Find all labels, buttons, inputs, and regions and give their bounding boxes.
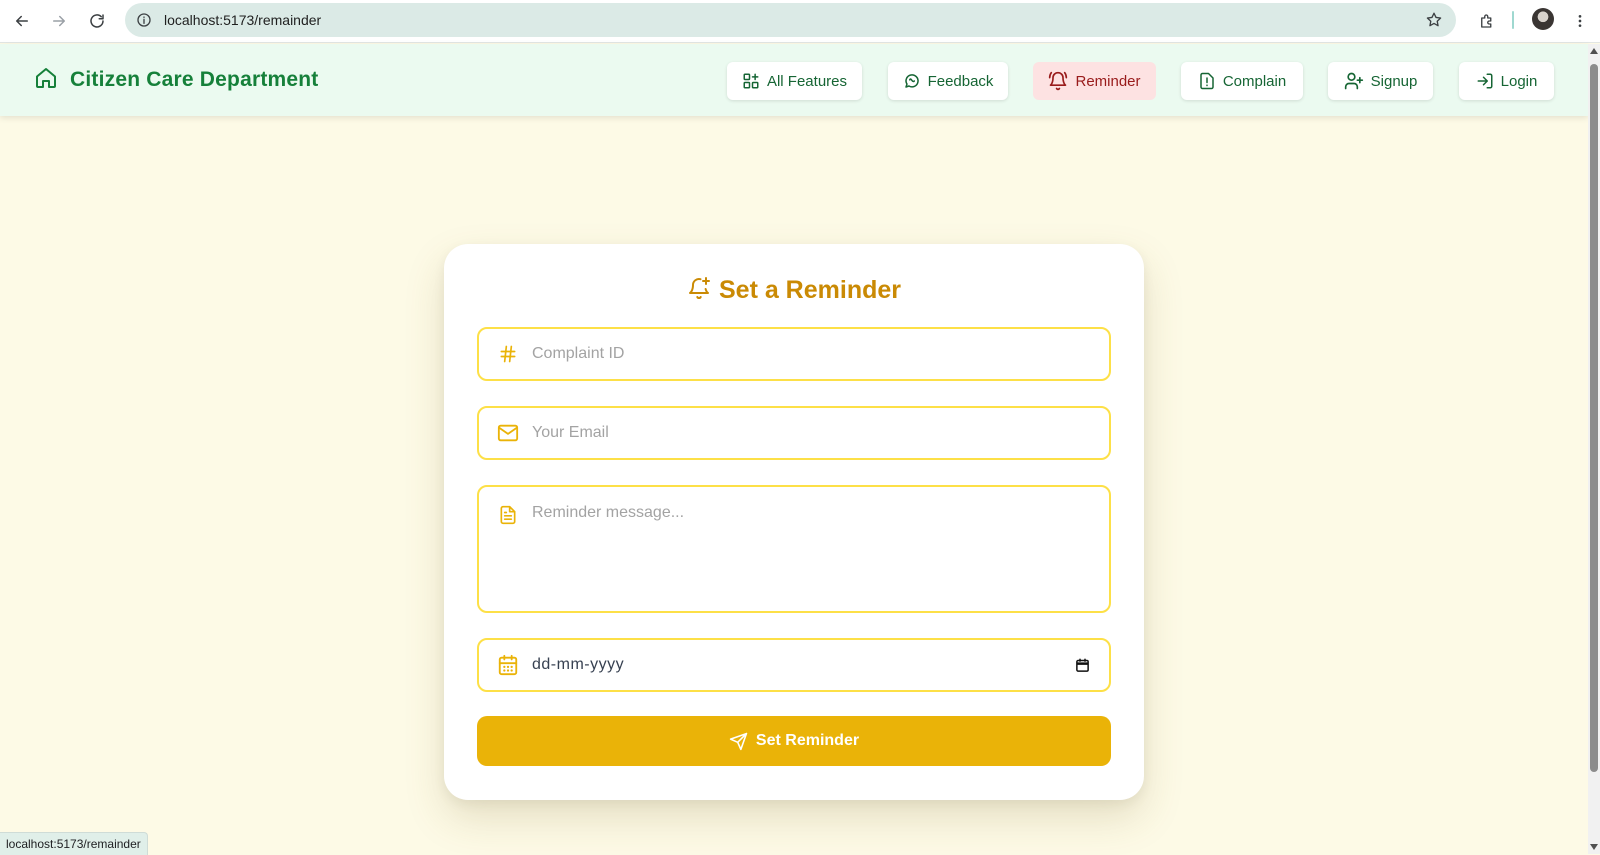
nav-feedback[interactable]: Feedback [888, 62, 1008, 100]
browser-menu-icon[interactable] [1568, 9, 1592, 33]
set-reminder-label: Set Reminder [755, 732, 860, 749]
nav-label: Reminder [1075, 72, 1141, 90]
brand[interactable]: Citizen Care Department [34, 44, 319, 116]
reminder-card: Set a Reminder Complaint ID Your Email R… [444, 244, 1144, 800]
date-field[interactable]: dd-mm-yyyy [477, 638, 1111, 692]
nav-all-features[interactable]: All Features [727, 62, 862, 100]
nav-reminder[interactable]: Reminder [1033, 62, 1156, 100]
complaint-id-field[interactable]: Complaint ID [477, 327, 1111, 381]
email-field[interactable]: Your Email [477, 406, 1111, 460]
bell-ring-icon [1049, 71, 1068, 91]
hash-icon [497, 343, 519, 365]
log-in-icon [1477, 73, 1493, 89]
address-url[interactable]: localhost:5173/remainder [164, 3, 321, 37]
form-title: Set a Reminder [718, 275, 901, 304]
toolbar-divider [1512, 11, 1514, 29]
card-title: Set a Reminder [444, 274, 1144, 306]
profile-avatar[interactable] [1532, 8, 1554, 30]
mail-icon [497, 422, 519, 444]
grid-plus-icon [743, 73, 759, 89]
extensions-puzzle-icon[interactable] [1475, 9, 1499, 33]
link-status-bubble: localhost:5173/remainder [0, 832, 148, 855]
nav-label: All Features [766, 72, 848, 90]
date-picker-calendar-icon[interactable] [1073, 656, 1091, 674]
scroll-down-arrow-icon[interactable] [1590, 844, 1598, 850]
app-header: Citizen Care Department All Features Fee… [0, 44, 1588, 116]
message-placeholder: Reminder message... [532, 504, 685, 521]
nav-signup[interactable]: Signup [1328, 62, 1433, 100]
calendar-icon [497, 654, 519, 676]
site-info-icon[interactable] [134, 10, 154, 30]
nav-label: Feedback [927, 72, 994, 90]
nav-complain[interactable]: Complain [1181, 62, 1303, 100]
bell-plus-icon [687, 276, 711, 305]
forward-button[interactable] [47, 9, 71, 33]
nav-login[interactable]: Login [1459, 62, 1554, 100]
reload-button[interactable] [85, 9, 109, 33]
scroll-up-arrow-icon[interactable] [1590, 48, 1598, 54]
home-icon [34, 66, 58, 95]
bookmark-star-icon[interactable] [1424, 10, 1444, 30]
complaint-id-placeholder: Complaint ID [532, 345, 625, 362]
nav-label: Complain [1222, 72, 1287, 90]
browser-toolbar: localhost:5173/remainder [0, 0, 1600, 43]
send-icon [729, 732, 748, 750]
nav-label: Signup [1370, 72, 1418, 90]
message-circle-icon [904, 74, 919, 88]
nav-label: Login [1500, 72, 1538, 90]
scrollbar-thumb[interactable] [1590, 64, 1598, 772]
set-reminder-button[interactable]: Set Reminder [477, 716, 1111, 766]
file-text-icon [497, 504, 519, 526]
message-field[interactable]: Reminder message... [477, 485, 1111, 613]
email-placeholder: Your Email [532, 424, 609, 441]
user-plus-icon [1344, 72, 1363, 90]
date-value: dd-mm-yyyy [532, 656, 625, 673]
page-scrollbar[interactable] [1588, 44, 1600, 854]
brand-title: Citizen Care Department [70, 68, 319, 91]
address-bar[interactable]: localhost:5173/remainder [125, 3, 1456, 37]
file-alert-icon [1200, 72, 1214, 90]
back-button[interactable] [10, 9, 34, 33]
